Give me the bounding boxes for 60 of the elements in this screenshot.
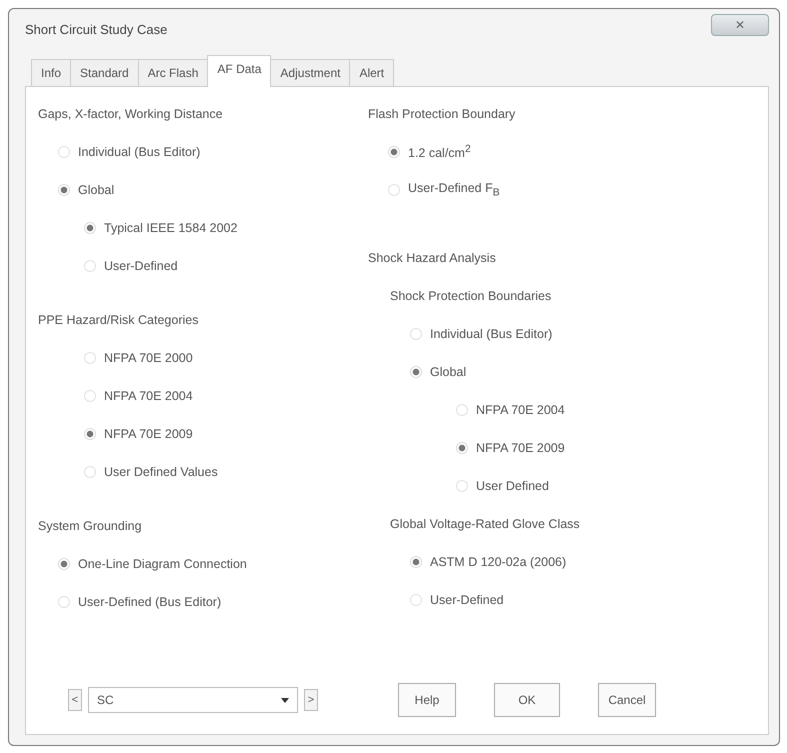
option-label: User-Defined F$_{B}$ <box>408 181 500 199</box>
radio-button[interactable] <box>58 558 70 570</box>
tab[interactable]: AF Data <box>207 55 272 87</box>
radio-button[interactable] <box>456 404 468 416</box>
option-label: Individual (Bus Editor) <box>78 145 200 159</box>
option-label: Global <box>78 183 114 197</box>
radio-button[interactable] <box>410 556 422 568</box>
radio-button[interactable] <box>410 366 422 378</box>
radio-button[interactable] <box>84 466 96 478</box>
radio-button[interactable] <box>388 184 400 196</box>
radio-button[interactable] <box>58 184 70 196</box>
radio-button[interactable] <box>84 352 96 364</box>
option-label: 1.2 cal/cm$^{2}$ <box>408 144 471 160</box>
case-dropdown[interactable]: SC <box>88 687 298 713</box>
radio-button[interactable] <box>84 428 96 440</box>
radio-button[interactable] <box>58 146 70 158</box>
option-label: Individual (Bus Editor) <box>430 327 552 341</box>
option-label: ASTM D 120-02a (2006) <box>430 555 566 569</box>
tab[interactable]: Adjustment <box>270 59 350 86</box>
tab[interactable]: Standard <box>70 59 139 86</box>
next-button[interactable]: > <box>304 689 318 711</box>
window-title: Short Circuit Study Case <box>25 22 168 36</box>
caret-icon <box>281 698 289 702</box>
previous-button[interactable]: < <box>68 689 82 711</box>
option-label: User-Defined (Bus Editor) <box>78 595 222 609</box>
dialog-button[interactable]: Cancel <box>598 683 656 717</box>
option-label: NFPA 70E 2009 <box>104 427 193 441</box>
section-heading: Gaps, X-factor, Working Distance <box>38 107 223 121</box>
option-label: Global <box>430 365 466 379</box>
section-heading: System Grounding <box>38 519 142 533</box>
radio-button[interactable] <box>58 596 70 608</box>
option-label: User-Defined <box>430 593 504 607</box>
radio-button[interactable] <box>84 260 96 272</box>
option-label: NFPA 70E 2000 <box>104 351 193 365</box>
dialog-button[interactable]: OK <box>494 683 560 717</box>
radio-button[interactable] <box>410 328 422 340</box>
option-label: User-Defined <box>104 259 178 273</box>
option-label: User Defined <box>476 479 549 493</box>
tab[interactable]: Arc Flash <box>138 59 208 86</box>
radio-button[interactable] <box>84 390 96 402</box>
dialog-button[interactable]: Help <box>398 683 456 717</box>
group-heading: Global Voltage-Rated Glove Class <box>390 517 580 531</box>
radio-button[interactable] <box>84 222 96 234</box>
option-label: NFPA 70E 2004 <box>476 403 565 417</box>
option-label: Typical IEEE 1584 2002 <box>104 221 238 235</box>
close-button[interactable]: ✕ <box>711 14 769 36</box>
tab[interactable]: Info <box>31 59 72 86</box>
radio-button[interactable] <box>388 146 400 158</box>
group-heading: Shock Protection Boundaries <box>390 289 552 303</box>
option-label: NFPA 70E 2004 <box>104 389 193 403</box>
section-heading: Shock Hazard Analysis <box>368 251 496 265</box>
tab[interactable]: Alert <box>349 59 394 86</box>
radio-button[interactable] <box>456 480 468 492</box>
section-heading: Flash Protection Boundary <box>368 107 516 121</box>
option-label: One-Line Diagram Connection <box>78 557 247 571</box>
section-heading: PPE Hazard/Risk Categories <box>38 313 198 327</box>
radio-button[interactable] <box>410 594 422 606</box>
radio-button[interactable] <box>456 442 468 454</box>
option-label: User Defined Values <box>104 465 218 479</box>
option-label: NFPA 70E 2009 <box>476 441 565 455</box>
